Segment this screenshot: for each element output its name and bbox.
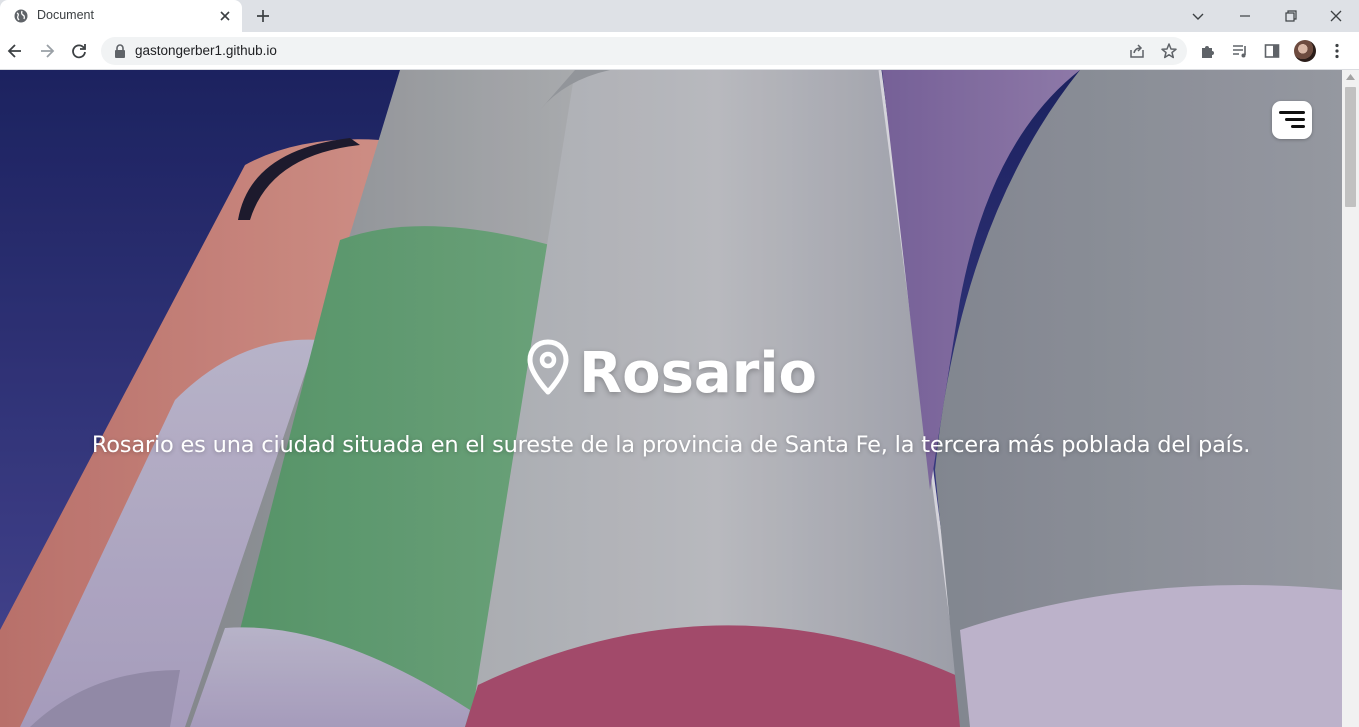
scrollbar-thumb[interactable]	[1345, 87, 1356, 207]
minimize-icon[interactable]	[1237, 8, 1253, 24]
location-pin-icon	[527, 339, 569, 395]
close-window-icon[interactable]	[1328, 8, 1344, 24]
more-icon[interactable]	[1328, 42, 1346, 60]
star-icon[interactable]	[1160, 42, 1178, 60]
url-text: gastongerber1.github.io	[135, 43, 277, 58]
page-viewport: Rosario Rosario es una ciudad situada en…	[0, 70, 1342, 727]
avatar[interactable]	[1294, 40, 1316, 62]
scroll-up-arrow-icon[interactable]	[1346, 74, 1355, 80]
page-subtitle: Rosario es una ciudad situada en el sure…	[91, 432, 1251, 458]
chevron-down-icon[interactable]	[1190, 8, 1206, 24]
globe-icon	[14, 9, 28, 23]
extensions-icon[interactable]	[1199, 42, 1217, 60]
lock-icon[interactable]	[114, 44, 126, 58]
side-panel-icon[interactable]	[1263, 42, 1281, 60]
page-title: Rosario	[0, 338, 1342, 410]
menu-icon[interactable]	[1272, 101, 1312, 139]
plus-icon[interactable]	[255, 8, 271, 24]
close-icon[interactable]	[218, 9, 232, 23]
address-bar[interactable]: gastongerber1.github.io	[101, 37, 1187, 65]
tab-title: Document	[37, 8, 94, 22]
browser-toolbar: gastongerber1.github.io	[0, 32, 1359, 70]
reload-icon[interactable]	[70, 42, 88, 60]
forward-icon[interactable]	[38, 42, 56, 60]
tab-document[interactable]: Document	[0, 0, 242, 32]
page-title-text: Rosario	[579, 341, 817, 406]
scrollbar[interactable]	[1342, 70, 1359, 727]
media-icon[interactable]	[1231, 42, 1249, 60]
share-icon[interactable]	[1128, 42, 1146, 60]
tab-strip: Document	[0, 0, 1359, 32]
restore-icon[interactable]	[1283, 8, 1299, 24]
back-icon[interactable]	[6, 42, 24, 60]
